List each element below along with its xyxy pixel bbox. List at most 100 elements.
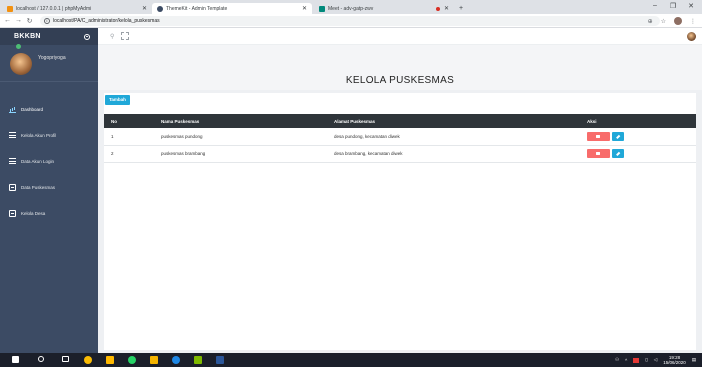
profile-avatar[interactable] — [674, 17, 682, 25]
sidebar-brand: BKKBN — [0, 28, 98, 45]
cell-alamat: desa pundong, kecamatan diwek — [334, 133, 400, 139]
topbar-user-avatar[interactable] — [687, 32, 696, 41]
user-profile: Yogopriyoga — [0, 44, 98, 82]
clock[interactable]: 19:28 15/06/2020 — [663, 355, 686, 365]
url-field[interactable]: i localhost/PA/C_administrator/kelola_pu… — [40, 16, 660, 26]
sidebar-item-kelola-desa[interactable]: Kelola Desa — [0, 200, 98, 226]
box-icon — [9, 183, 16, 191]
tab-title: Meet - adv-gatp-zwv — [328, 5, 374, 12]
cell-alamat: desa brambang, kecamatan diwek — [334, 151, 403, 156]
word-icon[interactable] — [216, 356, 224, 364]
table-row: 2 puskesmas brambang desa brambang, keca… — [104, 145, 696, 162]
search-icon[interactable]: ⚲ — [110, 33, 114, 40]
whatsapp-icon[interactable] — [128, 356, 136, 364]
sidebar-item-label: Kelola Desa — [21, 210, 46, 216]
list-icon — [9, 131, 16, 139]
user-avatar — [10, 53, 32, 75]
username: Yogopriyoga — [38, 55, 66, 61]
page-title: KELOLA PUSKESMAS — [345, 75, 455, 86]
close-window-icon[interactable]: ✕ — [686, 2, 696, 10]
tray-arrow-icon[interactable]: ^ — [625, 358, 627, 363]
column-header: No — [111, 118, 117, 124]
sidebar: BKKBN Yogopriyoga Dashboard Kelola Akun … — [0, 28, 98, 353]
xampp-icon[interactable] — [194, 356, 202, 364]
maximize-icon[interactable]: ❐ — [668, 2, 678, 10]
cell-aksi — [580, 145, 696, 162]
bookmark-star-icon[interactable]: ☆ — [661, 18, 666, 25]
sublime-icon[interactable] — [150, 356, 158, 364]
cell-no: 1 — [111, 133, 114, 139]
sidebar-item-label: Data Akun Login — [21, 158, 55, 164]
phpmyadmin-icon — [7, 5, 13, 12]
browser-tab-bar: localhost / 127.0.0.1 | phpMyAdmi ✕ Them… — [0, 0, 702, 14]
delete-button[interactable] — [587, 131, 610, 141]
edge-icon[interactable] — [172, 356, 180, 364]
cell-nama: puskesmas brambang — [161, 151, 206, 156]
people-icon[interactable]: ⚇ — [615, 357, 619, 363]
table-row: 1 puskesmas pundong desa pundong, kecama… — [104, 128, 696, 145]
clock-date: 15/06/2020 — [663, 360, 686, 365]
browser-tab-meet[interactable]: Meet - adv-gatp-zwv ✕ — [314, 3, 454, 14]
browser-tab-themekit[interactable]: ThemeKit - Admin Template ✕ — [152, 3, 312, 14]
main-content: KELOLA PUSKESMAS Tambah No Nama Puskesma… — [98, 45, 702, 353]
dashboard-icon — [9, 106, 16, 113]
recording-icon — [435, 6, 440, 11]
cell-aksi — [580, 128, 696, 145]
minimize-icon[interactable]: – — [650, 2, 660, 9]
sidebar-item-kelola-akun-profil[interactable]: Kelola Akun Profil — [0, 122, 98, 148]
browser-tab-phpmyadmin[interactable]: localhost / 127.0.0.1 | phpMyAdmi ✕ — [2, 3, 152, 14]
address-bar: ← → ↻ i localhost/PA/C_administrator/kel… — [0, 14, 702, 28]
sidebar-toggle-icon[interactable] — [84, 33, 90, 40]
info-icon[interactable]: i — [44, 18, 50, 24]
search-icon[interactable] — [38, 356, 44, 362]
task-view-icon[interactable] — [62, 356, 69, 362]
more-menu-icon[interactable]: ⋮ — [690, 18, 696, 25]
antivirus-icon[interactable] — [633, 357, 640, 363]
reload-icon[interactable]: ↻ — [24, 17, 35, 25]
app-topbar: ⚲ — [98, 28, 702, 45]
close-tab-icon[interactable]: ✕ — [444, 5, 449, 12]
back-icon[interactable]: ← — [2, 17, 13, 24]
box-icon — [9, 209, 16, 217]
forward-icon[interactable]: → — [13, 17, 24, 24]
column-header: Nama Puskesmas — [161, 118, 200, 124]
file-explorer-icon[interactable] — [106, 356, 114, 364]
brand-name: BKKBN — [14, 33, 41, 40]
meet-icon — [319, 5, 325, 12]
sidebar-item-data-akun-login[interactable]: Data Akun Login — [0, 148, 98, 174]
sidebar-item-data-puskesmas[interactable]: Data Puskesmas — [0, 174, 98, 200]
add-button[interactable]: Tambah — [105, 95, 130, 105]
puskesmas-table: No Nama Puskesmas Alamat Puskesmas Aksi … — [104, 114, 696, 163]
sidebar-menu: Dashboard Kelola Akun Profil Data Akun L… — [0, 96, 98, 226]
os-taskbar: ⚇ ^ ▯ ◁ 19:28 15/06/2020 ▤ — [0, 353, 702, 367]
system-tray: ⚇ ^ ▯ ◁ 19:28 15/06/2020 ▤ — [615, 355, 696, 365]
notification-icon[interactable]: ▤ — [692, 357, 696, 363]
sidebar-item-label: Kelola Akun Profil — [21, 132, 57, 138]
themekit-icon — [157, 5, 163, 12]
volume-icon[interactable]: ◁ — [654, 357, 657, 363]
tab-title: localhost / 127.0.0.1 | phpMyAdmi — [16, 5, 92, 12]
sidebar-item-label: Data Puskesmas — [21, 184, 56, 190]
edit-button[interactable] — [612, 149, 624, 158]
sidebar-item-dashboard[interactable]: Dashboard — [0, 96, 98, 122]
chrome-icon[interactable] — [84, 356, 92, 364]
content-card: Tambah No Nama Puskesmas Alamat Puskesma… — [104, 93, 696, 350]
cell-no: 2 — [111, 151, 114, 156]
network-icon[interactable]: ▯ — [645, 357, 647, 363]
online-status-icon — [16, 44, 21, 49]
column-header: Alamat Puskesmas — [334, 118, 376, 124]
sidebar-item-label: Dashboard — [21, 106, 44, 112]
edit-button[interactable] — [612, 131, 624, 141]
close-tab-icon[interactable]: ✕ — [298, 5, 307, 12]
tab-title: ThemeKit - Admin Template — [166, 5, 228, 12]
new-tab-button[interactable]: + — [456, 3, 470, 14]
windows-start-icon[interactable] — [12, 356, 19, 363]
url-text: localhost/PA/C_administrator/kelola_pusk… — [53, 18, 160, 24]
list-icon — [9, 157, 16, 165]
close-tab-icon[interactable]: ✕ — [138, 5, 147, 12]
cell-nama: puskesmas pundong — [161, 133, 203, 139]
delete-button[interactable] — [587, 149, 610, 158]
table-header-row: No Nama Puskesmas Alamat Puskesmas Aksi — [104, 114, 696, 128]
fullscreen-icon[interactable] — [121, 32, 129, 40]
zoom-icon[interactable]: ⊕ — [648, 18, 653, 25]
